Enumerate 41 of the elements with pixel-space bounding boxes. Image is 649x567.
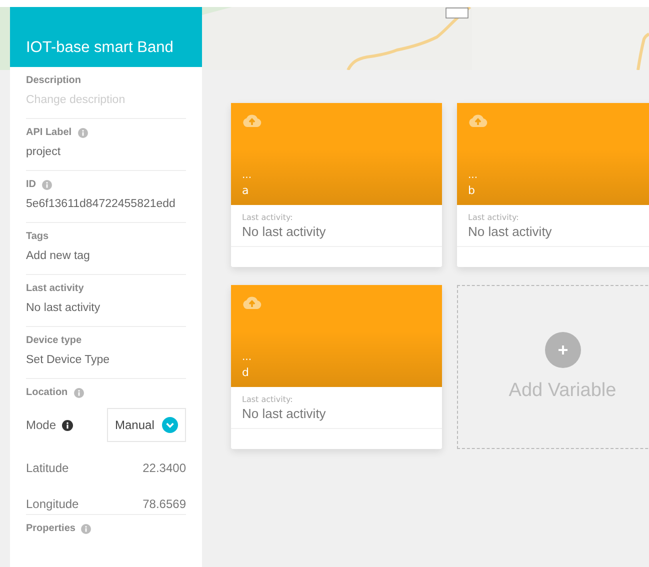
mode-dropdown[interactable]: Manual bbox=[107, 408, 186, 442]
field-label: API Label bbox=[26, 127, 72, 138]
activity-label: Last activity: bbox=[242, 213, 294, 222]
coordinate-value[interactable]: 22.3400 bbox=[142, 461, 186, 476]
mode-label: Mode bbox=[26, 418, 56, 432]
chevron-down-icon bbox=[162, 417, 178, 434]
coordinate-label: Latitude bbox=[26, 461, 69, 476]
variable-value: ... bbox=[242, 170, 253, 181]
variable-name: b bbox=[468, 184, 476, 197]
field-label: Last activity bbox=[26, 283, 84, 294]
cloud-upload-icon bbox=[242, 113, 262, 127]
activity-label: Last activity: bbox=[242, 395, 294, 404]
variable-card[interactable]: ... b Last activity: No last activity bbox=[457, 103, 649, 267]
variable-card[interactable]: ... d Last activity: No last activity bbox=[231, 285, 442, 449]
field-label: Device type bbox=[26, 335, 82, 346]
coordinate-label: Longitude bbox=[26, 497, 79, 512]
cloud-upload-icon bbox=[468, 113, 488, 127]
cloud-upload-icon bbox=[242, 295, 262, 309]
field-label: ID bbox=[26, 179, 36, 190]
field-value[interactable]: Add new tag bbox=[26, 250, 186, 262]
activity-label: Last activity: bbox=[468, 213, 520, 222]
field-label: Location bbox=[26, 387, 68, 398]
variable-value: ... bbox=[242, 352, 253, 363]
variable-card[interactable]: ... a Last activity: No last activity bbox=[231, 103, 442, 267]
field-label: Tags bbox=[26, 231, 49, 242]
field-label: Description bbox=[26, 75, 82, 86]
activity-value: No last activity bbox=[468, 224, 553, 239]
variable-name: d bbox=[242, 366, 250, 379]
field-value[interactable]: Set Device Type bbox=[26, 354, 186, 366]
variable-name: a bbox=[242, 184, 250, 197]
field-value[interactable]: 5e6f13611d84722455821edd bbox=[26, 198, 186, 210]
info-icon[interactable] bbox=[62, 420, 74, 431]
plus-icon bbox=[544, 332, 580, 368]
activity-value: No last activity bbox=[242, 224, 327, 239]
coordinate-value[interactable]: 78.6569 bbox=[142, 497, 186, 512]
variable-value: ... bbox=[468, 170, 479, 181]
activity-value: No last activity bbox=[242, 406, 327, 421]
field-value[interactable]: project bbox=[26, 146, 186, 158]
device-title: IOT-base smart Band bbox=[26, 39, 174, 58]
field-label: Properties bbox=[26, 523, 76, 534]
field-value[interactable]: No last activity bbox=[26, 302, 186, 314]
